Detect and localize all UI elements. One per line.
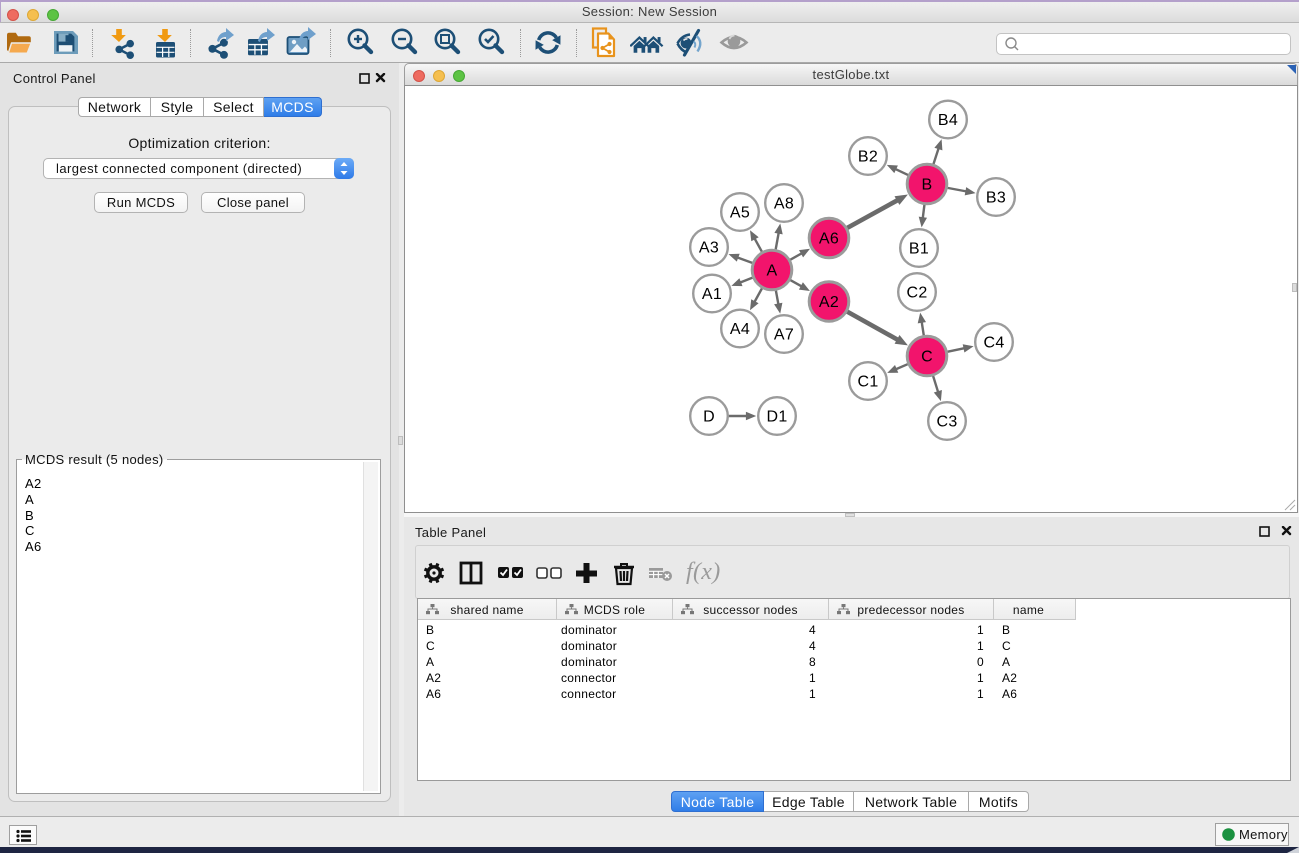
svg-text:A2: A2 <box>819 294 839 311</box>
svg-text:B: B <box>922 177 933 194</box>
svg-text:B1: B1 <box>909 241 929 258</box>
svg-text:C4: C4 <box>983 335 1004 352</box>
svg-text:A8: A8 <box>774 196 794 213</box>
svg-text:D1: D1 <box>766 409 787 426</box>
svg-text:C: C <box>921 349 933 366</box>
svg-text:C1: C1 <box>857 374 878 391</box>
svg-text:B3: B3 <box>986 190 1006 207</box>
svg-text:A5: A5 <box>730 205 750 222</box>
svg-text:A: A <box>767 263 778 280</box>
svg-text:C3: C3 <box>936 414 957 431</box>
svg-text:B4: B4 <box>938 112 958 129</box>
svg-text:D: D <box>703 409 715 426</box>
svg-text:A3: A3 <box>699 240 719 257</box>
svg-text:A4: A4 <box>730 321 750 338</box>
svg-text:A6: A6 <box>819 231 839 248</box>
svg-text:A1: A1 <box>702 286 722 303</box>
svg-text:C2: C2 <box>906 285 927 302</box>
svg-text:A7: A7 <box>774 327 794 344</box>
svg-text:B2: B2 <box>858 149 878 166</box>
